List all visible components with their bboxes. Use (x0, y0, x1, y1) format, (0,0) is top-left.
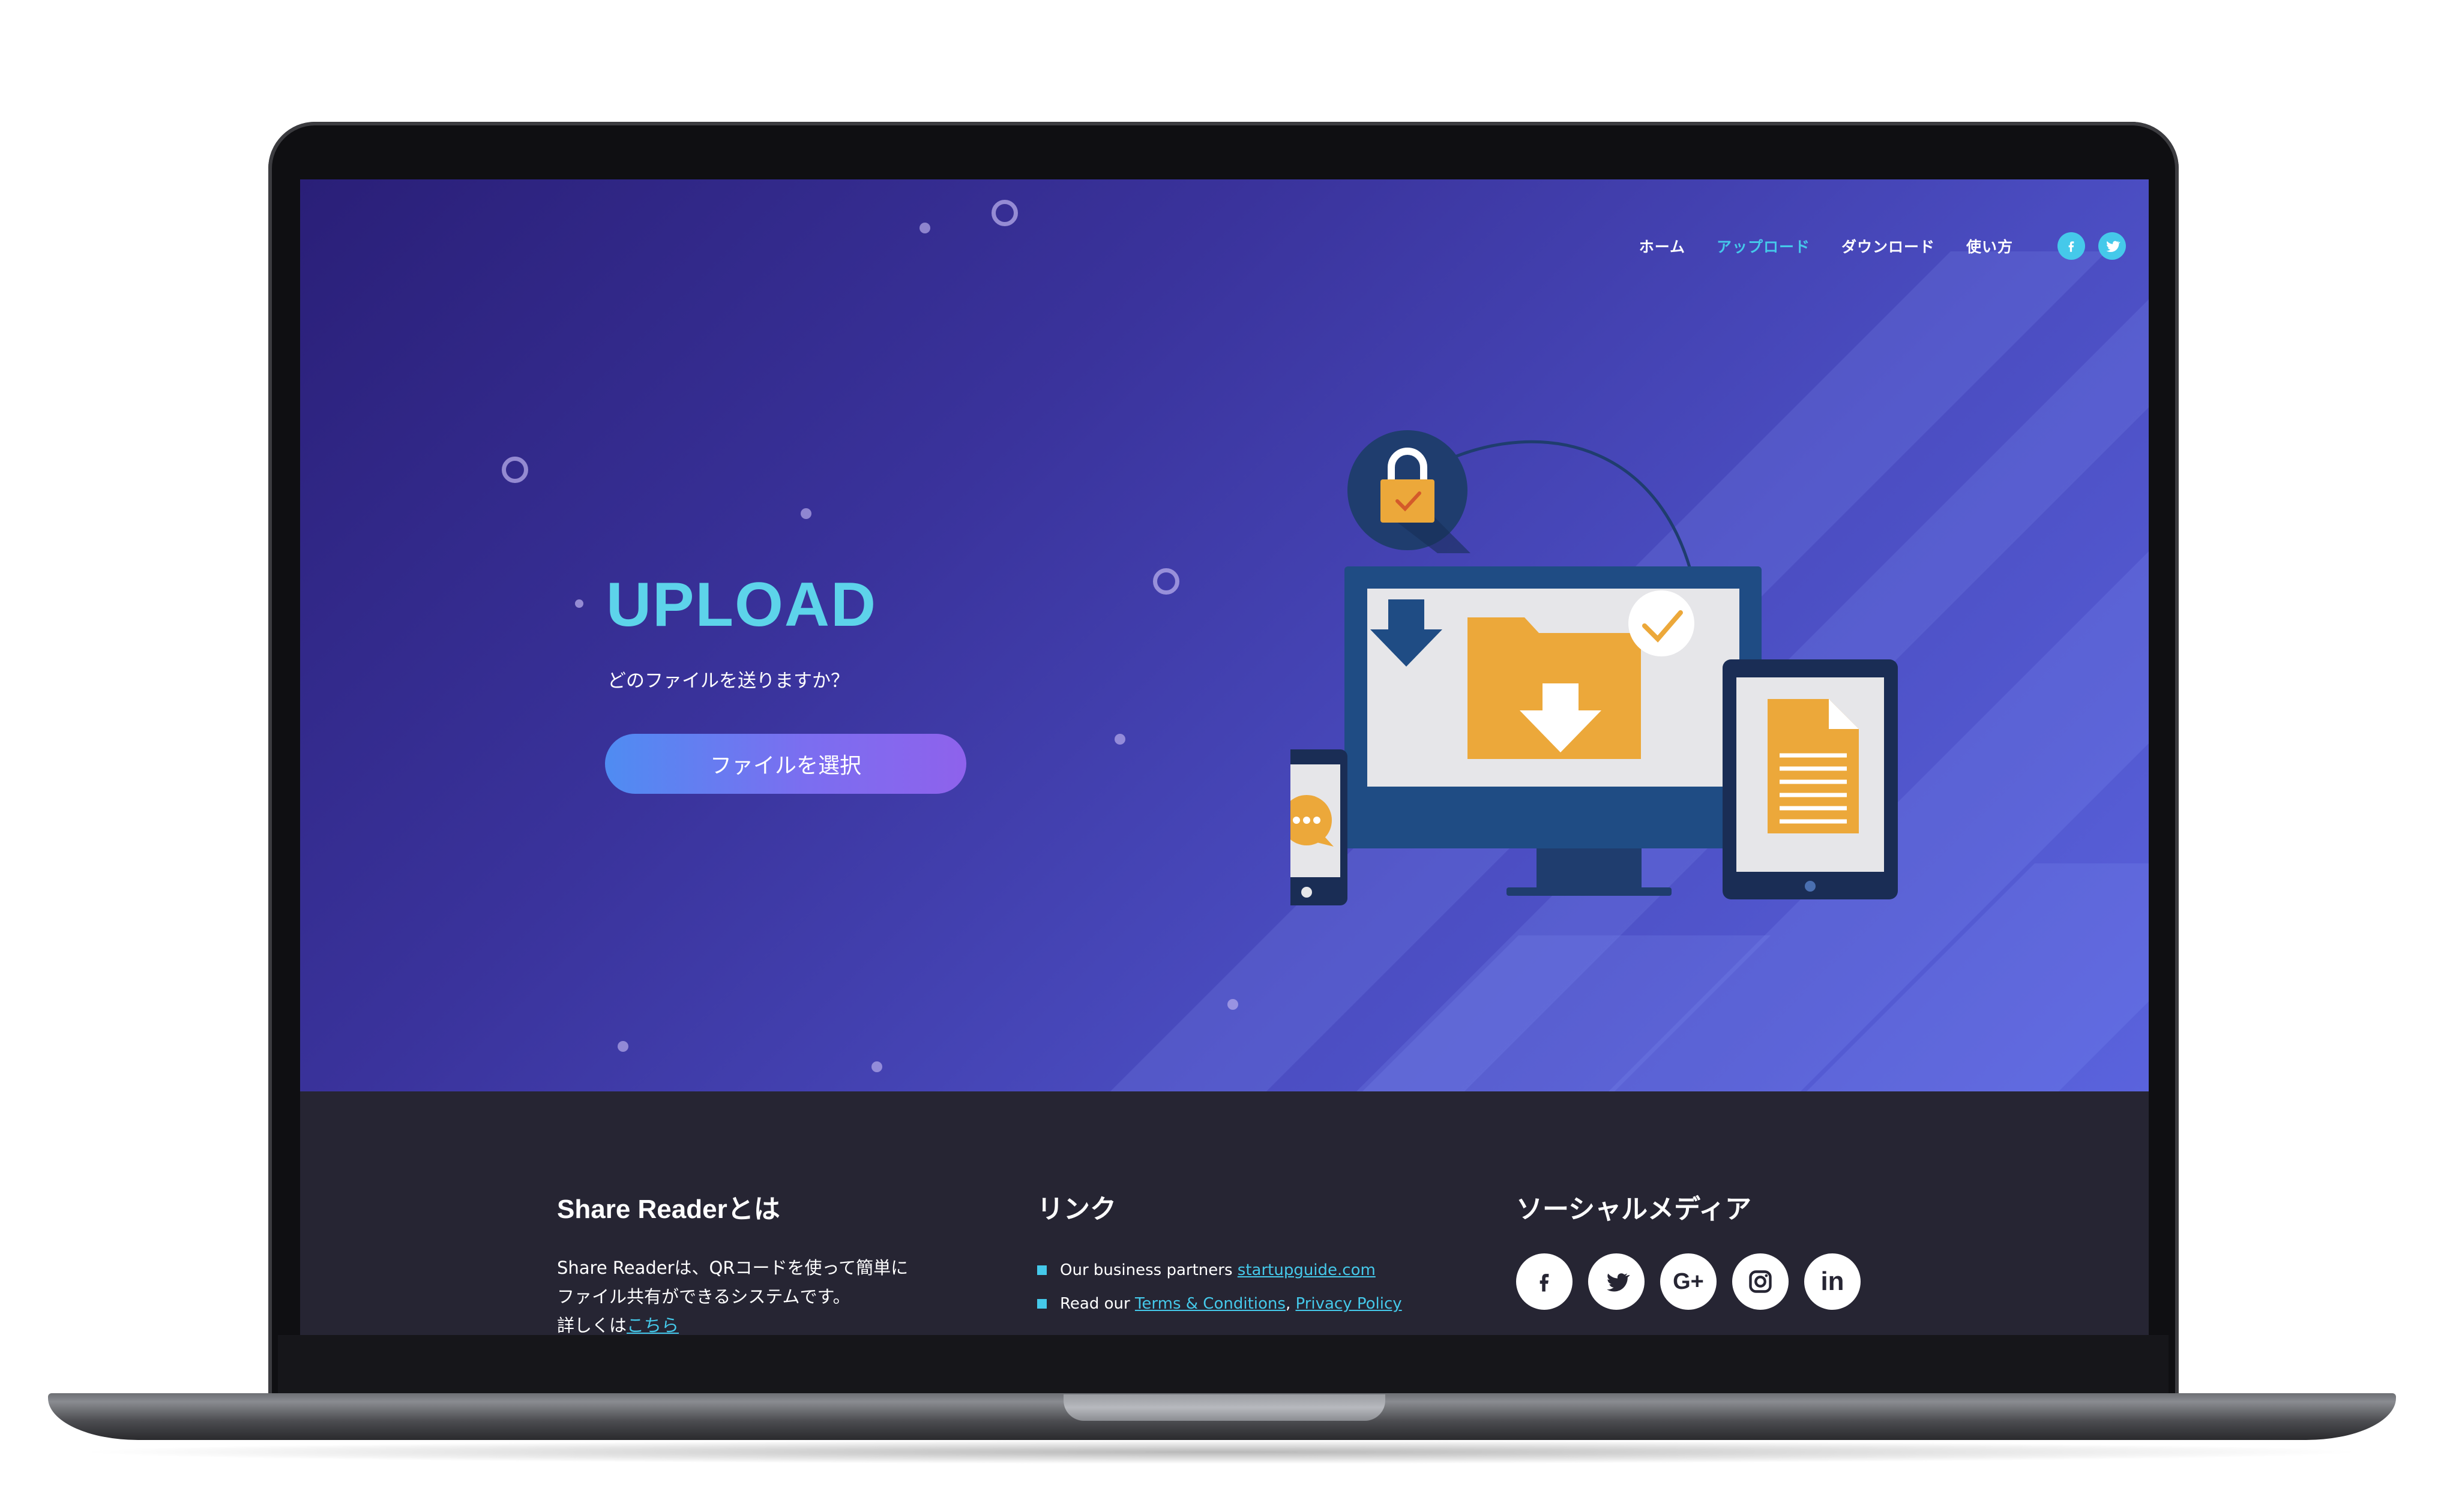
linkedin-icon[interactable]: in (1804, 1253, 1861, 1310)
select-file-button[interactable]: ファイルを選択 (605, 734, 966, 794)
bg-dot (1227, 999, 1238, 1010)
links-list: Our business partners startupguide.com R… (1037, 1253, 1469, 1321)
tablet-document-icon (1723, 659, 1898, 899)
about-text: Share Readerは、QRコードを使って簡単に ファイル共有ができるシステ… (557, 1253, 989, 1335)
footer-social: ソーシャルメディア G+ in (1516, 1187, 1948, 1310)
links-separator: , (1285, 1295, 1296, 1313)
nav-item-upload[interactable]: アップロード (1717, 235, 1810, 257)
about-heading: Share Readerとは (557, 1195, 780, 1224)
lock-icon (1347, 430, 1470, 553)
hero-title: UPLOAD (606, 570, 877, 640)
hero-section: ホーム アップロード ダウンロード 使い方 UPLOAD どのファイルを送ります… (300, 179, 2149, 1091)
laptop-bezel (278, 1335, 2169, 1393)
nav-item-home[interactable]: ホーム (1639, 235, 1685, 257)
details-link[interactable]: こちら (627, 1315, 679, 1335)
square-bullet-icon (1037, 1299, 1047, 1309)
partner-link[interactable]: startupguide.com (1238, 1253, 1376, 1287)
footer: Share Readerとは Share Readerは、QRコードを使って簡単… (300, 1091, 2149, 1335)
twitter-icon[interactable] (1588, 1253, 1645, 1310)
bg-dot (920, 223, 930, 233)
upload-illustration (1290, 430, 1898, 905)
bg-dot (871, 1061, 882, 1072)
nav-item-usage[interactable]: 使い方 (1966, 235, 2013, 257)
phone-chat-icon (1290, 749, 1347, 905)
bg-dot (618, 1041, 628, 1052)
laptop-notch (1064, 1394, 1385, 1421)
instagram-icon[interactable] (1732, 1253, 1789, 1310)
footer-links: リンク Our business partners startupguide.c… (1037, 1187, 1469, 1321)
square-bullet-icon (1037, 1265, 1047, 1275)
about-line-2: ファイル共有ができるシステムです。 (557, 1286, 850, 1307)
facebook-icon[interactable] (1516, 1253, 1573, 1310)
social-row: G+ in (1516, 1253, 1948, 1310)
bg-ring (1153, 568, 1179, 595)
hero-subtitle: どのファイルを送りますか？ (607, 670, 849, 692)
social-heading: ソーシャルメディア (1516, 1195, 1752, 1224)
list-item: Our business partners startupguide.com (1037, 1253, 1469, 1287)
bg-ring (992, 200, 1018, 226)
title-bullet (575, 599, 583, 608)
twitter-icon[interactable] (2098, 232, 2126, 260)
facebook-icon[interactable] (2057, 232, 2085, 260)
screen: ホーム アップロード ダウンロード 使い方 UPLOAD どのファイルを送ります… (300, 179, 2149, 1335)
about-line-1: Share Readerは、QRコードを使って簡単に (557, 1258, 909, 1278)
bg-ring (502, 457, 528, 483)
footer-about: Share Readerとは Share Readerは、QRコードを使って簡単… (557, 1187, 989, 1335)
links-heading: リンク (1037, 1195, 1116, 1224)
partners-text: Our business partners (1060, 1261, 1238, 1279)
list-item: Read our Terms & Conditions, Privacy Pol… (1037, 1287, 1469, 1321)
read-our-text: Read our (1060, 1295, 1135, 1313)
about-line-3-prefix: 詳しくは (557, 1315, 627, 1335)
terms-link[interactable]: Terms & Conditions (1135, 1287, 1286, 1321)
bg-dot (801, 508, 811, 519)
nav-item-download[interactable]: ダウンロード (1841, 235, 1935, 257)
google-plus-icon[interactable]: G+ (1660, 1253, 1717, 1310)
about-line-3: 詳しくはこちら (557, 1311, 989, 1335)
bg-dot (1115, 734, 1125, 745)
check-icon (1628, 590, 1694, 656)
top-nav: ホーム アップロード ダウンロード 使い方 (1639, 232, 2126, 260)
laptop-shadow (72, 1440, 2371, 1464)
folder-download-icon (1467, 617, 1641, 759)
privacy-link[interactable]: Privacy Policy (1295, 1287, 1401, 1321)
